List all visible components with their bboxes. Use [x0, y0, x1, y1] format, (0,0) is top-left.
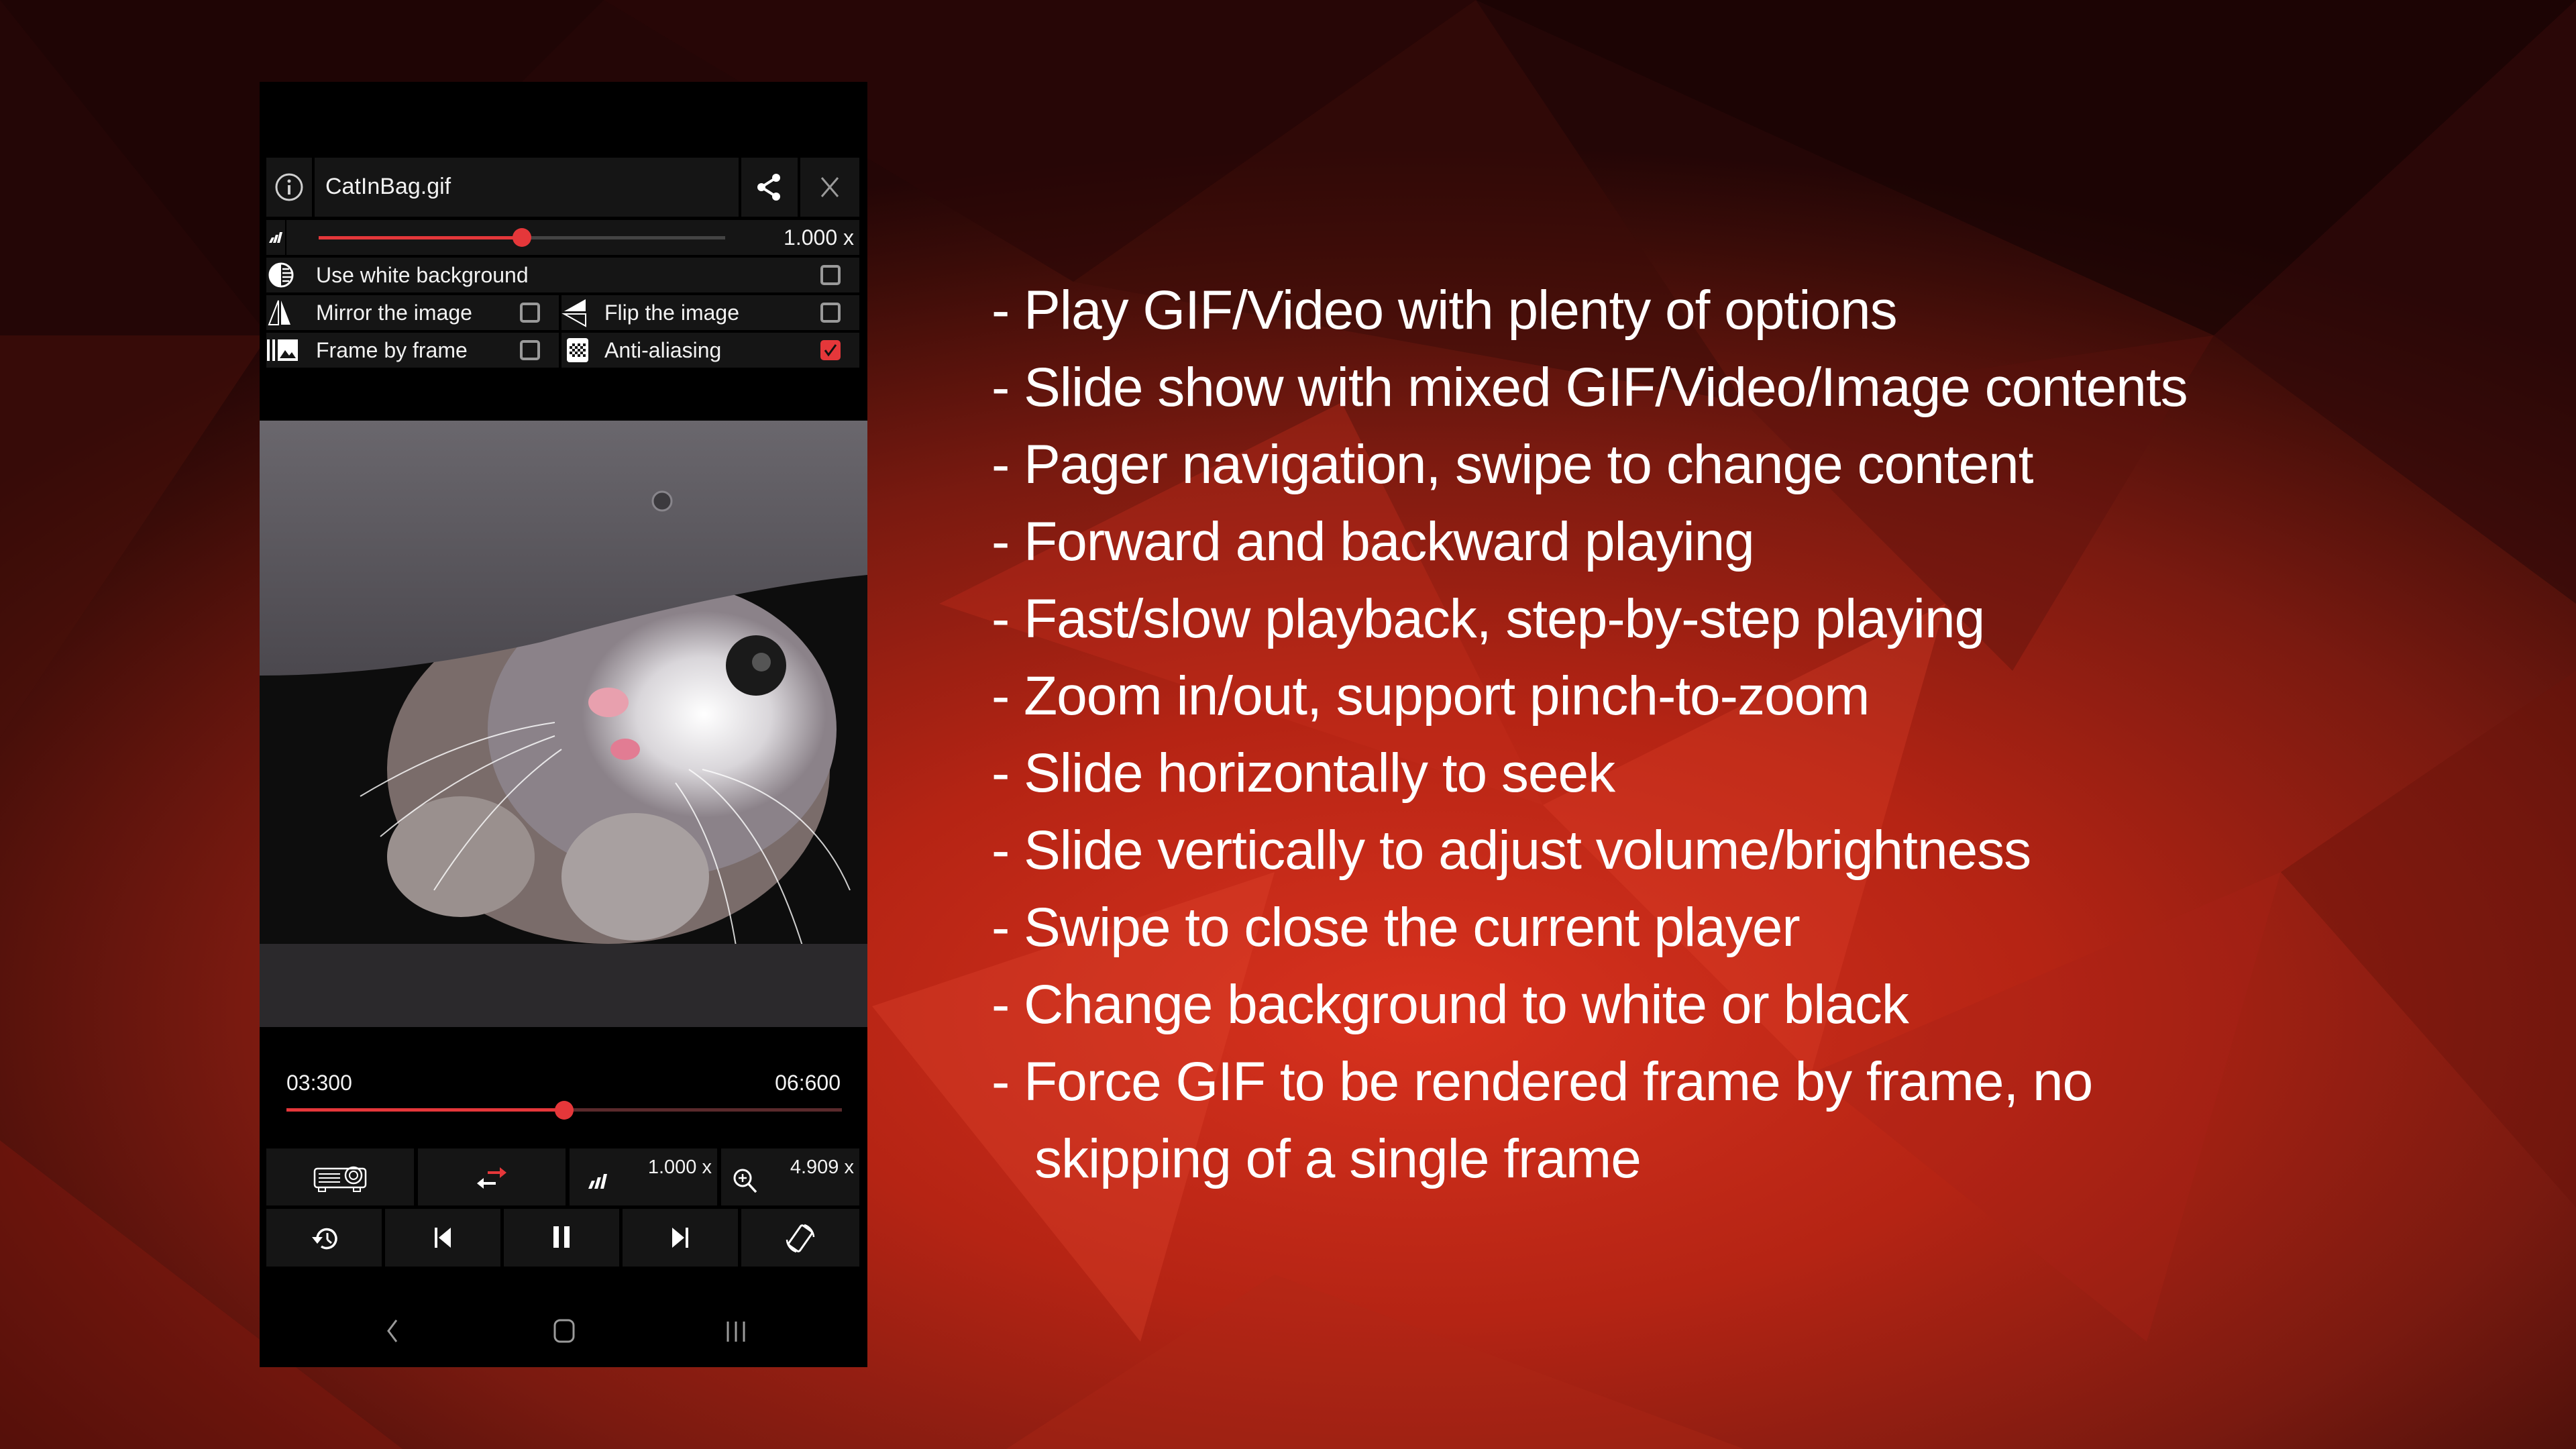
zoom-in-icon [733, 1169, 757, 1193]
close-button[interactable] [800, 158, 859, 217]
seek-bar-fill [286, 1108, 564, 1112]
speed-icon [588, 1174, 607, 1189]
direction-button[interactable] [418, 1148, 566, 1205]
option-label: Anti-aliasing [604, 338, 722, 362]
pause-button[interactable] [504, 1209, 619, 1267]
speed-slider[interactable]: 1.000 x [286, 220, 859, 255]
feature-item: - Play GIF/Video with plenty of options [991, 280, 1898, 341]
flip-icon [561, 299, 586, 327]
current-time: 03:300 [286, 1071, 352, 1095]
zoom-button[interactable]: 4.909 x [721, 1148, 859, 1205]
option-label: Frame by frame [316, 338, 468, 362]
checkmark-icon [824, 344, 837, 357]
pause-icon [553, 1226, 570, 1248]
feature-item: - Pager navigation, swipe to change cont… [991, 434, 2033, 495]
rotate-button[interactable] [741, 1209, 859, 1267]
info-icon [275, 173, 303, 201]
feature-item: - Zoom in/out, support pinch-to-zoom [991, 665, 1870, 727]
feature-item: - Slide show with mixed GIF/Video/Image … [991, 357, 2188, 418]
speed-slider-fill [319, 236, 522, 239]
skip-next-icon [672, 1228, 688, 1248]
skip-previous-icon [435, 1228, 451, 1248]
projector-icon [313, 1166, 367, 1192]
nav-home-icon[interactable] [552, 1318, 576, 1344]
feature-item: - Slide vertically to adjust volume/brig… [991, 820, 2031, 881]
option-white-background[interactable]: Use white background [266, 258, 859, 292]
speed-slider-thumb[interactable] [513, 228, 531, 247]
feature-item-continuation: skipping of a single frame [1034, 1128, 1642, 1189]
history-icon [312, 1228, 337, 1250]
zoom-value: 4.909 x [790, 1157, 854, 1178]
contrast-icon [268, 262, 294, 288]
frames-icon [267, 339, 298, 361]
speed-icon-cell [266, 220, 285, 255]
frame-by-frame-checkbox[interactable] [520, 340, 540, 360]
option-flip[interactable]: Flip the image [561, 295, 859, 330]
slideshow-button[interactable] [266, 1148, 414, 1205]
file-name: CatInBag.gif [325, 174, 451, 199]
nav-recents-icon[interactable] [724, 1319, 748, 1343]
feature-item: - Slide horizontally to seek [991, 743, 1615, 804]
share-icon [757, 174, 780, 201]
option-mirror[interactable]: Mirror the image [266, 295, 559, 330]
mirror-checkbox[interactable] [520, 303, 540, 323]
option-label: Mirror the image [316, 301, 472, 325]
swap-direction-icon [477, 1167, 506, 1189]
feature-list: - Play GIF/Video with plenty of options … [991, 272, 2188, 1197]
anti-aliasing-icon [567, 338, 588, 362]
info-button[interactable] [266, 158, 312, 217]
seek-bar[interactable] [286, 1100, 842, 1120]
anti-aliasing-checkbox[interactable] [820, 340, 841, 360]
feature-item: - Swipe to close the current player [991, 897, 1801, 958]
file-name-field: CatInBag.gif [315, 158, 739, 217]
mirror-icon [268, 300, 290, 325]
speed-button[interactable]: 1.000 x [570, 1148, 717, 1205]
flip-checkbox[interactable] [820, 303, 841, 323]
phone-screen: CatInBag.gif 1.000 x Use white backgroun… [260, 82, 867, 1367]
share-button[interactable] [741, 158, 798, 217]
option-label: Flip the image [604, 301, 739, 325]
nav-back-icon[interactable] [384, 1318, 400, 1344]
option-frame-by-frame[interactable]: Frame by frame [266, 333, 559, 368]
seek-bar-thumb[interactable] [555, 1101, 574, 1120]
next-frame-button[interactable] [623, 1209, 738, 1267]
white-background-checkbox[interactable] [820, 265, 841, 285]
previous-frame-button[interactable] [385, 1209, 500, 1267]
feature-item: - Force GIF to be rendered frame by fram… [991, 1051, 2093, 1112]
cat-image [260, 421, 867, 1027]
total-time: 06:600 [775, 1071, 841, 1095]
feature-item: - Forward and backward playing [991, 511, 1755, 572]
speed-icon [269, 232, 282, 243]
speed-value: 1.000 x [784, 225, 854, 250]
option-anti-aliasing[interactable]: Anti-aliasing [561, 333, 859, 368]
screen-rotation-icon [786, 1224, 815, 1253]
media-viewer[interactable] [260, 421, 867, 1027]
feature-item: - Fast/slow playback, step-by-step playi… [991, 588, 1985, 649]
feature-item: - Change background to white or black [991, 974, 1909, 1035]
option-label: Use white background [316, 263, 529, 287]
close-icon [820, 177, 839, 197]
restart-button[interactable] [266, 1209, 382, 1267]
speed-value: 1.000 x [647, 1157, 712, 1178]
